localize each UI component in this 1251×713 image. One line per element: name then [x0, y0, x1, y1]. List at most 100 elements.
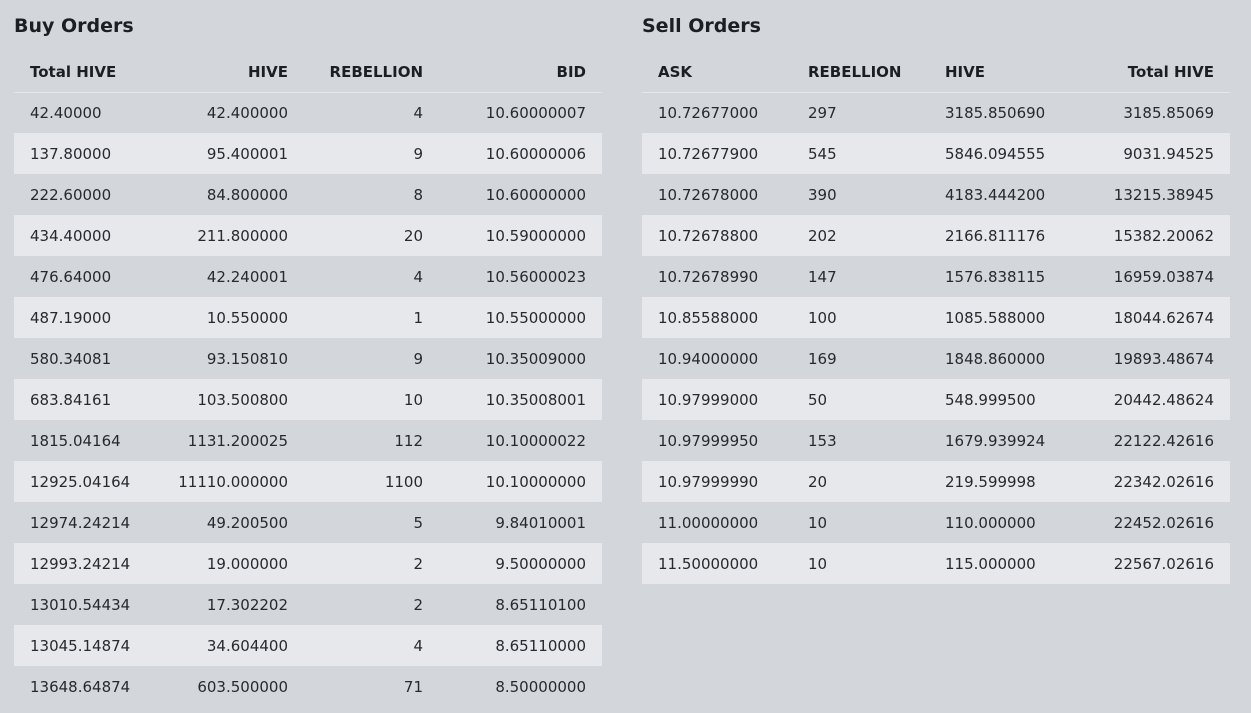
- table-row[interactable]: 1815.04164 1131.200025 112 10.10000022: [14, 420, 602, 461]
- cell-total-hive: 13045.14874: [30, 636, 131, 655]
- cell-total-hive: 476.64000: [30, 267, 112, 286]
- cell-rebellion: 2: [413, 595, 423, 614]
- cell-rebellion: 50: [808, 390, 828, 409]
- table-row[interactable]: 10.72677900 545 5846.094555 9031.94525: [642, 133, 1230, 174]
- cell-hive: 2166.811176: [945, 226, 1046, 245]
- sell-orders-header-row: ASK REBELLION HIVE Total HIVE: [642, 52, 1230, 92]
- cell-total-hive: 137.80000: [30, 144, 112, 163]
- cell-rebellion: 147: [808, 267, 837, 286]
- table-row[interactable]: 580.34081 93.150810 9 10.35009000: [14, 338, 602, 379]
- table-row[interactable]: 10.72678000 390 4183.444200 13215.38945: [642, 174, 1230, 215]
- cell-bid-price: 10.59000000: [485, 226, 586, 245]
- cell-rebellion: 10: [808, 554, 828, 573]
- table-row[interactable]: 10.72677000 297 3185.850690 3185.85069: [642, 92, 1230, 133]
- table-row[interactable]: 683.84161 103.500800 10 10.35008001: [14, 379, 602, 420]
- cell-ask-price: 10.97999000: [658, 390, 759, 409]
- cell-rebellion: 8: [413, 185, 423, 204]
- cell-total-hive: 15382.20062: [1113, 226, 1214, 245]
- cell-rebellion: 20: [403, 226, 423, 245]
- table-row[interactable]: 13045.14874 34.604400 4 8.65110000: [14, 625, 602, 666]
- cell-total-hive: 12974.24214: [30, 513, 131, 532]
- cell-hive: 1576.838115: [945, 267, 1046, 286]
- cell-total-hive: 18044.62674: [1113, 308, 1214, 327]
- cell-ask-price: 10.72678800: [658, 226, 759, 245]
- cell-hive: 1085.588000: [945, 308, 1046, 327]
- sell-orders-panel: Sell Orders ASK REBELLION HIVE Total HIV…: [642, 0, 1230, 584]
- table-row[interactable]: 10.97999990 20 219.599998 22342.02616: [642, 461, 1230, 502]
- cell-bid-price: 10.56000023: [485, 267, 586, 286]
- cell-total-hive: 580.34081: [30, 349, 112, 368]
- table-row[interactable]: 10.97999950 153 1679.939924 22122.42616: [642, 420, 1230, 461]
- sell-col-ask[interactable]: ASK: [642, 52, 792, 92]
- cell-bid-price: 9.84010001: [495, 513, 586, 532]
- cell-total-hive: 222.60000: [30, 185, 112, 204]
- cell-hive: 19.000000: [206, 554, 288, 573]
- cell-rebellion: 545: [808, 144, 837, 163]
- cell-ask-price: 10.72677000: [658, 103, 759, 122]
- buy-col-bid[interactable]: BID: [439, 52, 602, 92]
- cell-total-hive: 683.84161: [30, 390, 112, 409]
- table-row[interactable]: 12993.24214 19.000000 2 9.50000000: [14, 543, 602, 584]
- cell-bid-price: 9.50000000: [495, 554, 586, 573]
- cell-rebellion: 10: [808, 513, 828, 532]
- buy-col-total-hive[interactable]: Total HIVE: [14, 52, 154, 92]
- table-row[interactable]: 434.40000 211.800000 20 10.59000000: [14, 215, 602, 256]
- cell-total-hive: 20442.48624: [1113, 390, 1214, 409]
- buy-col-hive[interactable]: HIVE: [154, 52, 304, 92]
- sell-col-total-hive[interactable]: Total HIVE: [1069, 52, 1230, 92]
- cell-hive: 95.400001: [206, 144, 288, 163]
- cell-hive: 211.800000: [197, 226, 288, 245]
- cell-total-hive: 13648.64874: [30, 677, 131, 696]
- table-row[interactable]: 12974.24214 49.200500 5 9.84010001: [14, 502, 602, 543]
- cell-ask-price: 10.72678000: [658, 185, 759, 204]
- table-row[interactable]: 222.60000 84.800000 8 10.60000000: [14, 174, 602, 215]
- table-row[interactable]: 12925.04164 11110.000000 1100 10.10000000: [14, 461, 602, 502]
- cell-rebellion: 169: [808, 349, 837, 368]
- buy-col-rebellion[interactable]: REBELLION: [304, 52, 439, 92]
- table-row[interactable]: 10.72678990 147 1576.838115 16959.03874: [642, 256, 1230, 297]
- cell-rebellion: 1100: [384, 472, 423, 491]
- sell-col-hive[interactable]: HIVE: [929, 52, 1069, 92]
- cell-hive: 42.240001: [206, 267, 288, 286]
- cell-hive: 42.400000: [206, 103, 288, 122]
- table-row[interactable]: 42.40000 42.400000 4 10.60000007: [14, 92, 602, 133]
- table-row[interactable]: 487.19000 10.550000 1 10.55000000: [14, 297, 602, 338]
- table-row[interactable]: 10.94000000 169 1848.860000 19893.48674: [642, 338, 1230, 379]
- cell-hive: 5846.094555: [945, 144, 1046, 163]
- table-row[interactable]: 137.80000 95.400001 9 10.60000006: [14, 133, 602, 174]
- cell-ask-price: 10.72677900: [658, 144, 759, 163]
- cell-bid-price: 8.65110100: [495, 595, 586, 614]
- cell-ask-price: 10.97999990: [658, 472, 759, 491]
- table-row[interactable]: 11.00000000 10 110.000000 22452.02616: [642, 502, 1230, 543]
- table-row[interactable]: 10.97999000 50 548.999500 20442.48624: [642, 379, 1230, 420]
- cell-rebellion: 9: [413, 144, 423, 163]
- cell-bid-price: 8.65110000: [495, 636, 586, 655]
- table-row[interactable]: 476.64000 42.240001 4 10.56000023: [14, 256, 602, 297]
- cell-rebellion: 390: [808, 185, 837, 204]
- cell-hive: 103.500800: [197, 390, 288, 409]
- cell-total-hive: 22452.02616: [1113, 513, 1214, 532]
- table-row[interactable]: 13010.54434 17.302202 2 8.65110100: [14, 584, 602, 625]
- cell-bid-price: 10.60000006: [485, 144, 586, 163]
- cell-rebellion: 153: [808, 431, 837, 450]
- cell-ask-price: 10.94000000: [658, 349, 759, 368]
- cell-hive: 1848.860000: [945, 349, 1046, 368]
- table-row[interactable]: 10.85588000 100 1085.588000 18044.62674: [642, 297, 1230, 338]
- buy-orders-header-row: Total HIVE HIVE REBELLION BID: [14, 52, 602, 92]
- cell-hive: 34.604400: [206, 636, 288, 655]
- buy-orders-title: Buy Orders: [14, 15, 134, 37]
- sell-col-rebellion[interactable]: REBELLION: [792, 52, 929, 92]
- table-row[interactable]: 10.72678800 202 2166.811176 15382.20062: [642, 215, 1230, 256]
- cell-hive: 49.200500: [206, 513, 288, 532]
- cell-hive: 603.500000: [197, 677, 288, 696]
- cell-hive: 93.150810: [206, 349, 288, 368]
- sell-orders-table: ASK REBELLION HIVE Total HIVE 10.7267700…: [642, 52, 1230, 584]
- cell-hive: 10.550000: [206, 308, 288, 327]
- table-row[interactable]: 13648.64874 603.500000 71 8.50000000: [14, 666, 602, 707]
- sell-orders-body: 10.72677000 297 3185.850690 3185.85069 10.72…: [642, 92, 1230, 584]
- cell-total-hive: 12925.04164: [30, 472, 131, 491]
- cell-rebellion: 10: [403, 390, 423, 409]
- cell-ask-price: 11.00000000: [658, 513, 759, 532]
- cell-rebellion: 100: [808, 308, 837, 327]
- table-row[interactable]: 11.50000000 10 115.000000 22567.02616: [642, 543, 1230, 584]
